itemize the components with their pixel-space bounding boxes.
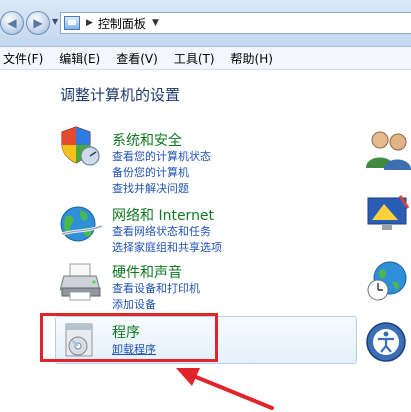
annotation-arrow-icon — [176, 368, 274, 410]
